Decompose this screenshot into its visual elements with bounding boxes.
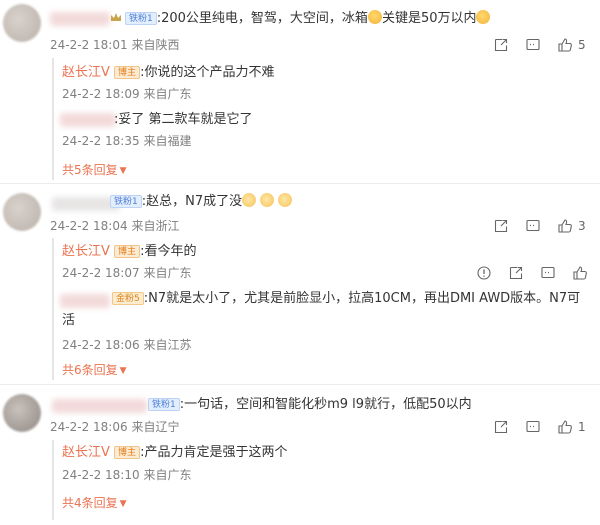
fan-badge: 铁粉1 (125, 12, 157, 25)
gold-fan-badge: 金粉5 (112, 292, 144, 305)
reply-author[interactable]: 赵长江V (62, 65, 110, 80)
cat-emoji-icon (260, 193, 275, 207)
avatar[interactable] (3, 4, 41, 42)
like-icon[interactable] (572, 265, 588, 281)
share-icon[interactable] (493, 419, 509, 435)
comment-meta: 24-2-2 18:01 来自陕西 (50, 38, 180, 52)
chevron-down-icon: ▼ (119, 166, 127, 176)
chevron-down-icon: ▼ (119, 499, 127, 509)
reply-text: 赵长江V 博主:看今年的 (62, 244, 197, 259)
divider (0, 384, 600, 385)
comment-meta: 24-2-2 18:06 来自辽宁 (50, 420, 180, 434)
reply-text: :妥了 第二款车就是它了 (114, 112, 253, 127)
share-icon[interactable] (493, 218, 509, 234)
like-count: 3 (578, 219, 586, 233)
reply-meta: 24-2-2 18:06 来自江苏 (62, 338, 192, 352)
reply-text: 赵长江V 博主:你说的这个产品力不难 (62, 65, 275, 80)
cat-emoji-icon (242, 193, 257, 207)
reply-text-continued: 活 (62, 313, 76, 328)
avatar[interactable] (3, 193, 41, 231)
comment-icon[interactable] (525, 37, 541, 53)
reply-thread-line (52, 238, 54, 380)
comment-icon[interactable] (540, 265, 556, 281)
crown-icon (111, 13, 121, 21)
reply-meta: 24-2-2 18:35 来自福建 (62, 134, 192, 148)
like-icon[interactable] (557, 419, 573, 435)
like-count: 1 (578, 420, 586, 434)
share-icon[interactable] (493, 37, 509, 53)
like-count: 5 (578, 38, 586, 52)
reply-meta: 24-2-2 18:10 来自广东 (62, 468, 192, 482)
reply-meta: 24-2-2 18:09 来自广东 (62, 87, 192, 101)
reply-author[interactable]: 赵长江V (62, 445, 110, 460)
fan-badge: 铁粉1 (148, 398, 180, 411)
smile-emoji-icon (367, 10, 382, 24)
reply-meta: 24-2-2 18:07 来自广东 (62, 266, 192, 280)
view-more-replies-link[interactable]: 共6条回复 ▼ (62, 362, 127, 379)
comment-meta: 24-2-2 18:04 来自浙江 (50, 219, 180, 233)
share-icon[interactable] (508, 265, 524, 281)
cat-emoji-icon (278, 193, 293, 207)
smile-emoji-icon (476, 10, 491, 24)
divider (0, 183, 600, 184)
view-more-replies-link[interactable]: 共4条回复 ▼ (62, 495, 127, 512)
username-blurred[interactable] (52, 399, 147, 413)
like-icon[interactable] (557, 37, 573, 53)
reply-text: 金粉5:N7就是太小了，尤其是前脸显小，拉高10CM，再出DMI AWD版本。N… (62, 290, 582, 308)
fan-badge: 铁粉1 (110, 195, 142, 208)
comment-actions: 3 (477, 218, 586, 234)
owner-badge: 博主 (114, 446, 141, 459)
view-more-replies-link[interactable]: 共5条回复 ▼ (62, 162, 127, 179)
comment-icon[interactable] (525, 419, 541, 435)
reply-thread-line (52, 440, 54, 520)
owner-badge: 博主 (114, 245, 141, 258)
reply-text: 赵长江V 博主:产品力肯定是强于这两个 (62, 445, 288, 460)
comment-icon[interactable] (525, 218, 541, 234)
username-blurred[interactable] (60, 113, 116, 127)
comment-text: 铁粉1:一句话，空间和智能化秒m9 l9就行，低配50以内 (148, 396, 472, 414)
owner-badge: 博主 (114, 66, 141, 79)
reply-thread-line (52, 58, 54, 180)
comment-text: 铁粉1:200公里纯电，智驾，大空间，冰箱 关键是50万以内 (110, 10, 491, 28)
comment-actions: 1 (477, 419, 586, 435)
avatar[interactable] (3, 394, 41, 432)
reply-actions (460, 265, 588, 281)
chevron-down-icon: ▼ (119, 366, 127, 376)
username-blurred[interactable] (50, 12, 110, 26)
comment-actions: 5 (477, 37, 586, 53)
reply-author[interactable]: 赵长江V (62, 244, 110, 259)
like-icon[interactable] (557, 218, 573, 234)
comment-text: 铁粉1:赵总，N7成了没 (110, 193, 293, 211)
report-icon[interactable] (476, 265, 492, 281)
